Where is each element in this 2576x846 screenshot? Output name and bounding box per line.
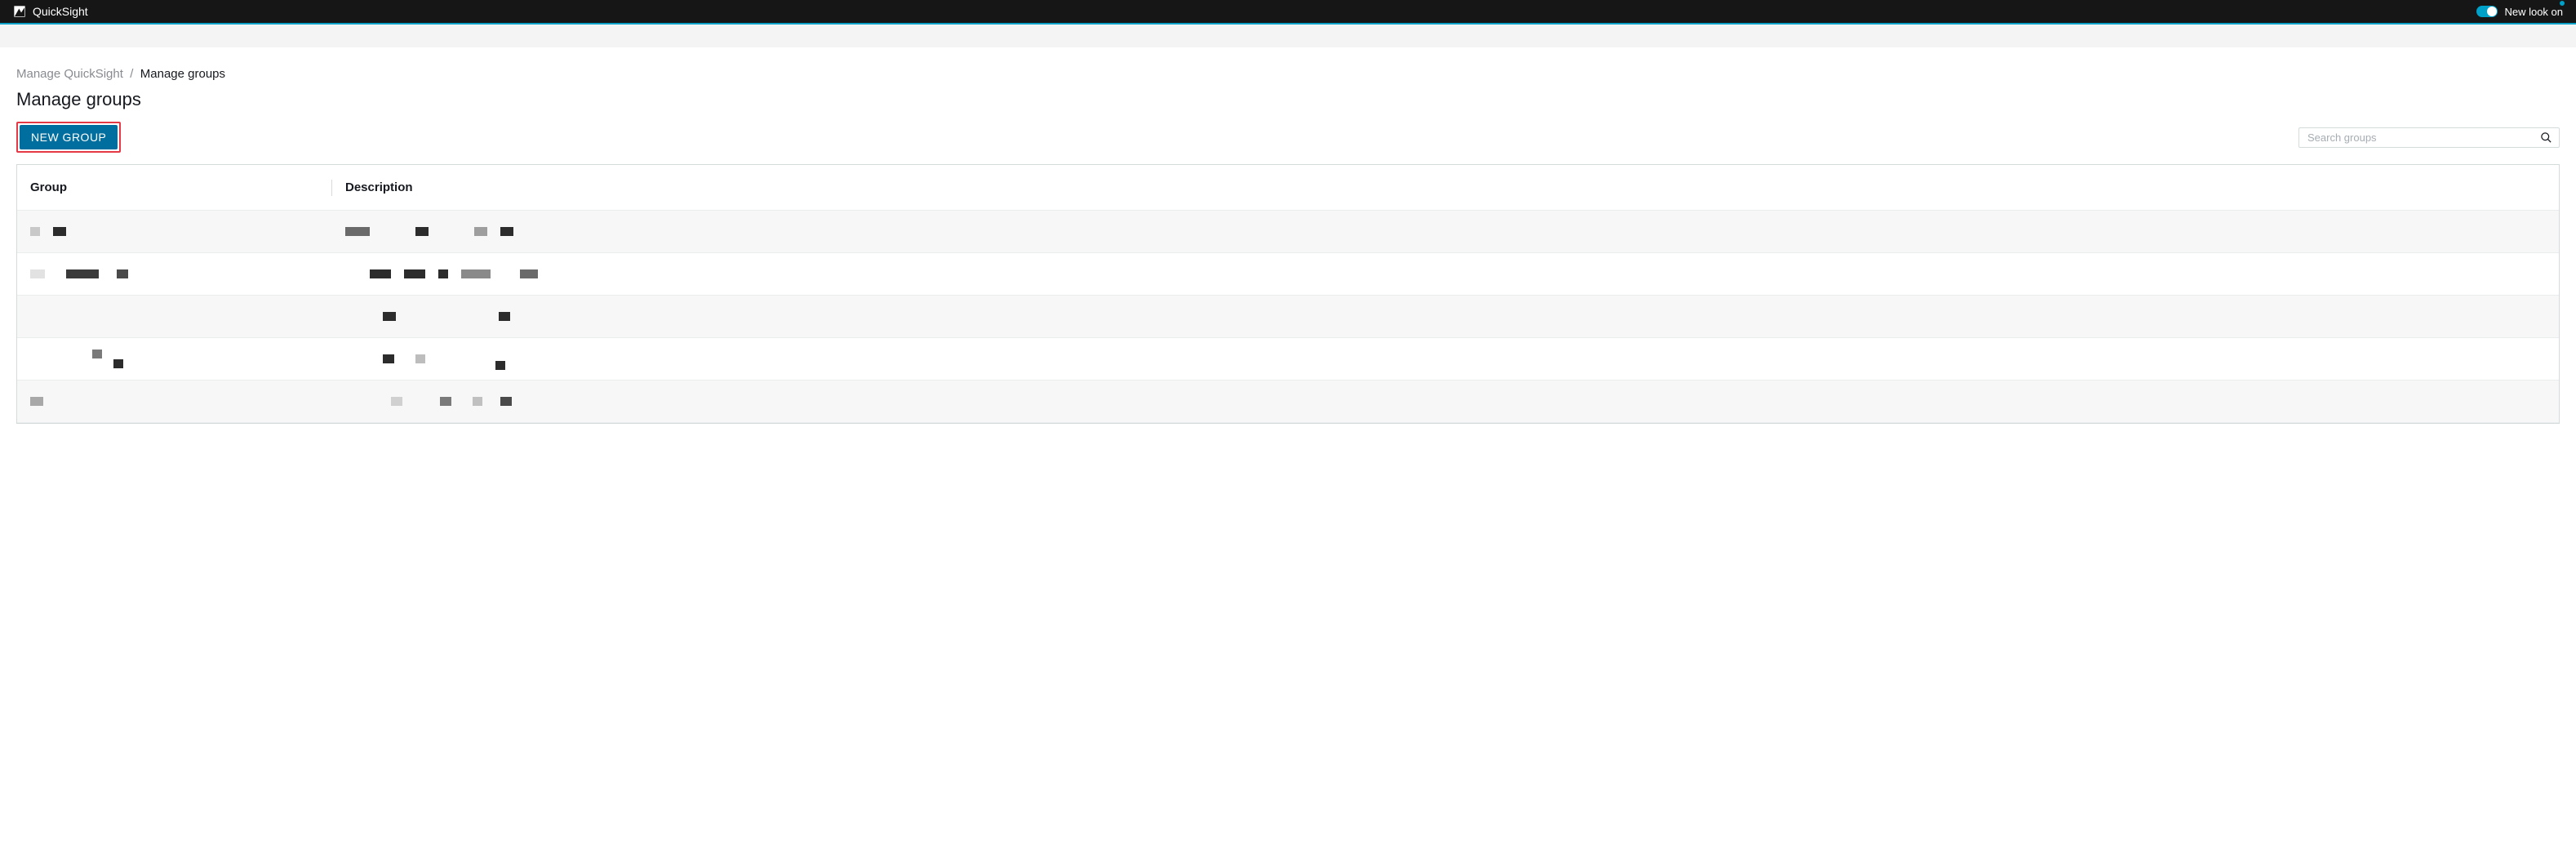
redact-block <box>117 269 128 278</box>
redacted-content <box>30 397 332 406</box>
cell-description <box>332 397 2546 406</box>
new-look-label: New look on <box>2504 6 2563 18</box>
groups-table: Group Description <box>16 164 2560 424</box>
topbar: QuickSight New look on <box>0 0 2576 24</box>
column-header-group-label: Group <box>30 180 67 194</box>
search-icon <box>2540 131 2552 144</box>
redacted-content <box>345 354 2546 363</box>
cell-description <box>332 312 2546 321</box>
redact-block <box>500 397 512 406</box>
cell-group <box>30 227 332 236</box>
redact-block <box>30 397 43 406</box>
cell-description <box>332 269 2546 278</box>
redact-block <box>500 227 513 236</box>
redact-block <box>499 312 510 321</box>
breadcrumb-parent[interactable]: Manage QuickSight <box>16 67 123 81</box>
search-input[interactable] <box>2306 131 2540 145</box>
redact-block <box>404 269 425 278</box>
new-look-toggle[interactable] <box>2476 6 2498 17</box>
column-divider <box>331 180 332 196</box>
redact-block <box>415 227 429 236</box>
highlight-annotation: NEW GROUP <box>16 122 121 153</box>
new-group-button[interactable]: NEW GROUP <box>20 125 118 149</box>
redact-block <box>383 312 396 321</box>
notification-dot-icon <box>2560 1 2565 6</box>
table-header-row: Group Description <box>17 165 2559 211</box>
redact-block <box>473 397 482 406</box>
quicksight-icon <box>13 5 26 18</box>
redact-block <box>383 354 394 363</box>
redact-block <box>113 359 123 368</box>
redact-block <box>461 269 491 278</box>
cell-group <box>30 269 332 278</box>
redacted-content <box>345 312 2546 321</box>
page-title: Manage groups <box>16 89 2560 110</box>
sub-strip <box>0 24 2576 47</box>
redact-block <box>495 361 505 370</box>
breadcrumb: Manage QuickSight / Manage groups <box>16 67 2560 81</box>
breadcrumb-current: Manage groups <box>140 67 225 81</box>
table-row[interactable] <box>17 296 2559 338</box>
app-logo[interactable]: QuickSight <box>13 5 88 18</box>
cell-group <box>30 354 332 363</box>
redacted-content <box>345 269 2546 278</box>
page-content: Manage QuickSight / Manage groups Manage… <box>0 47 2576 432</box>
breadcrumb-sep: / <box>130 67 133 81</box>
new-look-toggle-area: New look on <box>2476 6 2563 18</box>
redact-block <box>345 227 370 236</box>
table-row[interactable] <box>17 338 2559 381</box>
redact-block <box>520 269 538 278</box>
redact-block <box>391 397 402 406</box>
redacted-content <box>30 227 332 236</box>
column-header-description[interactable]: Description <box>332 180 2546 194</box>
column-header-group[interactable]: Group <box>30 180 332 194</box>
redacted-content <box>345 397 2546 406</box>
actions-row: NEW GROUP <box>16 122 2560 153</box>
redacted-content <box>345 227 2546 236</box>
redact-block <box>92 350 102 358</box>
redacted-content <box>30 269 332 278</box>
redact-block <box>438 269 448 278</box>
column-header-description-label: Description <box>345 180 413 194</box>
redact-block <box>474 227 487 236</box>
cell-description <box>332 227 2546 236</box>
redact-block <box>415 354 425 363</box>
redact-block <box>66 269 99 278</box>
table-row[interactable] <box>17 253 2559 296</box>
redact-block <box>440 397 451 406</box>
redact-block <box>53 227 66 236</box>
search-groups-field[interactable] <box>2298 127 2560 148</box>
table-row[interactable] <box>17 211 2559 253</box>
cell-group <box>30 397 332 406</box>
table-body <box>17 211 2559 423</box>
app-name: QuickSight <box>33 5 88 18</box>
table-row[interactable] <box>17 381 2559 423</box>
redacted-content <box>30 354 332 363</box>
cell-description <box>332 354 2546 363</box>
redact-block <box>370 269 391 278</box>
redact-block <box>30 227 40 236</box>
redact-block <box>30 269 45 278</box>
